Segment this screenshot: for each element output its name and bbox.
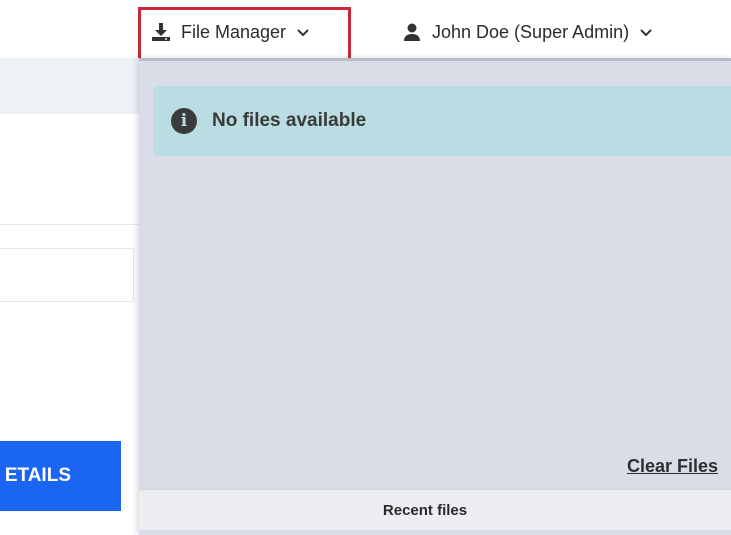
page-header-band [0, 58, 139, 114]
divider [0, 224, 139, 225]
details-button[interactable]: ETAILS [0, 441, 121, 511]
user-menu[interactable]: John Doe (Super Admin) [402, 18, 653, 46]
recent-files-label: Recent files [382, 501, 468, 519]
user-name-label: John Doe (Super Admin) [432, 21, 630, 42]
tab-recent-files[interactable]: Recent files [139, 489, 731, 530]
top-navbar: File Manager John Doe (Super Admin) [0, 0, 731, 58]
info-icon: i [171, 108, 197, 134]
file-manager-dropdown: i No files available Clear Files Recent … [139, 58, 731, 535]
form-field[interactable] [0, 248, 134, 302]
details-button-label: ETAILS [4, 465, 71, 486]
chevron-down-icon [639, 25, 653, 39]
clear-files-link[interactable]: Clear Files [627, 456, 718, 477]
panel-top-border [139, 58, 731, 61]
alert-message: No files available [212, 110, 367, 131]
no-files-alert: i No files available [153, 86, 731, 156]
user-icon [402, 22, 422, 42]
